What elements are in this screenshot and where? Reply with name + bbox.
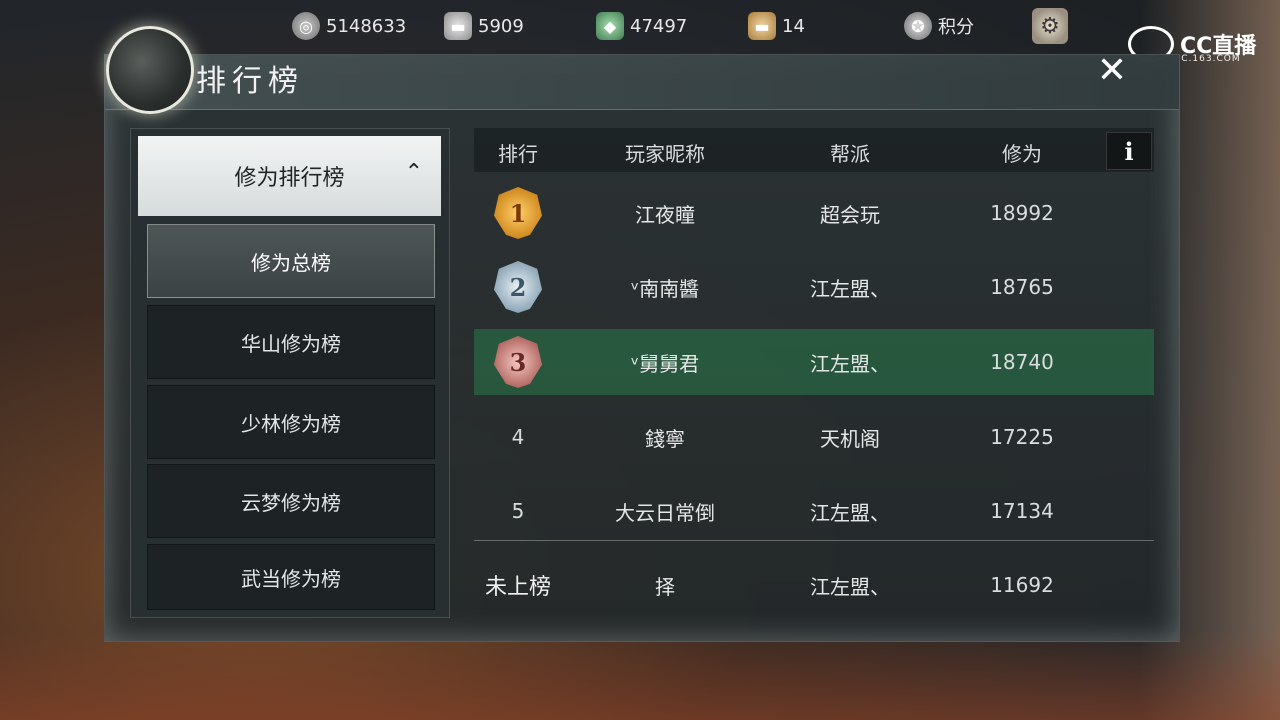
player-name: ᵛ南南醬 xyxy=(630,276,700,301)
guild-name: 江左盟、 xyxy=(810,351,890,376)
points-button[interactable]: ✪ 积分 xyxy=(904,12,974,40)
table-row-highlighted[interactable]: 3 ᵛ舅舅君 江左盟、 18740 xyxy=(474,329,1154,395)
resource-silver-value: 5909 xyxy=(478,15,524,37)
gold-medal-icon: 1 xyxy=(494,187,542,239)
jade-icon: ◆ xyxy=(596,12,624,40)
score-value: 18765 xyxy=(990,275,1054,299)
self-rank-row: 未上榜 择 江左盟、 11692 xyxy=(474,552,1154,618)
sidebar-item-yunmeng[interactable]: 云梦修为榜 xyxy=(147,464,435,538)
gear-icon[interactable]: ⚙ xyxy=(1032,8,1068,44)
table-row[interactable]: 1 江夜瞳 超会玩 18992 xyxy=(474,180,1154,246)
sidebar-item-total[interactable]: 修为总榜 xyxy=(147,224,435,298)
resource-jade[interactable]: ◆ 47497 xyxy=(596,12,687,40)
category-header[interactable]: 修为排行榜 ⌃ xyxy=(138,136,441,216)
ranking-table: 排行 玩家昵称 帮派 修为 i 1 江夜瞳 超会玩 18992 2 ᵛ南南醬 江… xyxy=(474,128,1154,618)
resource-coins[interactable]: ◎ 5148633 xyxy=(292,12,406,40)
category-label: 修为排行榜 xyxy=(234,166,345,191)
points-badge-icon: ✪ xyxy=(904,12,932,40)
guild-name: 天机阁 xyxy=(820,426,880,451)
score-value: 17225 xyxy=(990,425,1054,449)
resource-gold-value: 14 xyxy=(782,15,805,37)
sidebar-item-label: 修为总榜 xyxy=(251,250,331,275)
player-name: 大云日常倒 xyxy=(615,500,715,525)
sidebar-item-huashan[interactable]: 华山修为榜 xyxy=(147,305,435,379)
self-score-value: 11692 xyxy=(990,573,1054,597)
sidebar-item-label: 华山修为榜 xyxy=(241,331,341,356)
close-icon[interactable]: ✕ xyxy=(1090,48,1134,92)
table-row[interactable]: 4 錢寧 天机阁 17225 xyxy=(474,404,1154,470)
rank-number: 4 xyxy=(511,425,525,449)
resource-coins-value: 5148633 xyxy=(326,15,407,37)
info-icon[interactable]: i xyxy=(1106,132,1152,170)
player-name: 江夜瞳 xyxy=(635,202,695,227)
rank-medal-bronze: 3 xyxy=(490,329,546,395)
rank-number: 5 xyxy=(511,499,525,523)
guild-name: 江左盟、 xyxy=(810,500,890,525)
score-value: 18992 xyxy=(990,201,1054,225)
self-rank: 未上榜 xyxy=(484,575,551,600)
silver-ingot-icon: ▬ xyxy=(444,12,472,40)
sidebar-item-label: 武当修为榜 xyxy=(241,566,341,591)
player-name: ᵛ舅舅君 xyxy=(630,351,700,376)
self-guild-name: 江左盟、 xyxy=(810,574,890,599)
player-name: 錢寧 xyxy=(645,426,685,451)
resource-gold[interactable]: ▬ 14 xyxy=(748,12,805,40)
table-divider xyxy=(474,540,1154,541)
rank-medal-gold: 1 xyxy=(490,180,546,246)
silver-medal-icon: 2 xyxy=(494,261,542,313)
table-row[interactable]: 5 大云日常倒 江左盟、 17134 xyxy=(474,478,1154,544)
sidebar-item-shaolin[interactable]: 少林修为榜 xyxy=(147,385,435,459)
header-rank: 排行 xyxy=(498,142,538,166)
score-value: 18740 xyxy=(990,350,1054,374)
bronze-medal-icon: 3 xyxy=(494,336,542,388)
rank-medal-silver: 2 xyxy=(490,254,546,320)
self-player-name: 择 xyxy=(655,574,675,599)
resource-silver[interactable]: ▬ 5909 xyxy=(444,12,524,40)
film-reel-coin-icon: ◎ xyxy=(292,12,320,40)
moon-emblem-icon xyxy=(106,26,194,114)
guild-name: 江左盟、 xyxy=(810,276,890,301)
resource-jade-value: 47497 xyxy=(630,15,688,37)
sidebar-item-wudang[interactable]: 武当修为榜 xyxy=(147,544,435,610)
page-title: 排行榜 xyxy=(196,64,304,99)
sidebar-item-label: 少林修为榜 xyxy=(241,411,341,436)
header-guild: 帮派 xyxy=(830,142,870,166)
table-row[interactable]: 2 ᵛ南南醬 江左盟、 18765 xyxy=(474,254,1154,320)
gold-ingot-icon: ▬ xyxy=(748,12,776,40)
resource-bar: ◎ 5148633 ▬ 5909 ◆ 47497 ▬ 14 ✪ 积分 ⚙ xyxy=(0,0,1280,52)
sidebar-item-label: 云梦修为榜 xyxy=(241,490,341,515)
chevron-up-icon: ⌃ xyxy=(404,160,423,185)
score-value: 17134 xyxy=(990,499,1054,523)
header-score: 修为 xyxy=(1002,142,1042,166)
table-header: 排行 玩家昵称 帮派 修为 i xyxy=(474,128,1154,172)
background-bottom xyxy=(0,630,1280,720)
points-label: 积分 xyxy=(938,17,974,38)
watermark-sub: CC.163.COM xyxy=(1174,54,1241,64)
guild-name: 超会玩 xyxy=(820,202,880,227)
header-name: 玩家昵称 xyxy=(625,142,705,166)
